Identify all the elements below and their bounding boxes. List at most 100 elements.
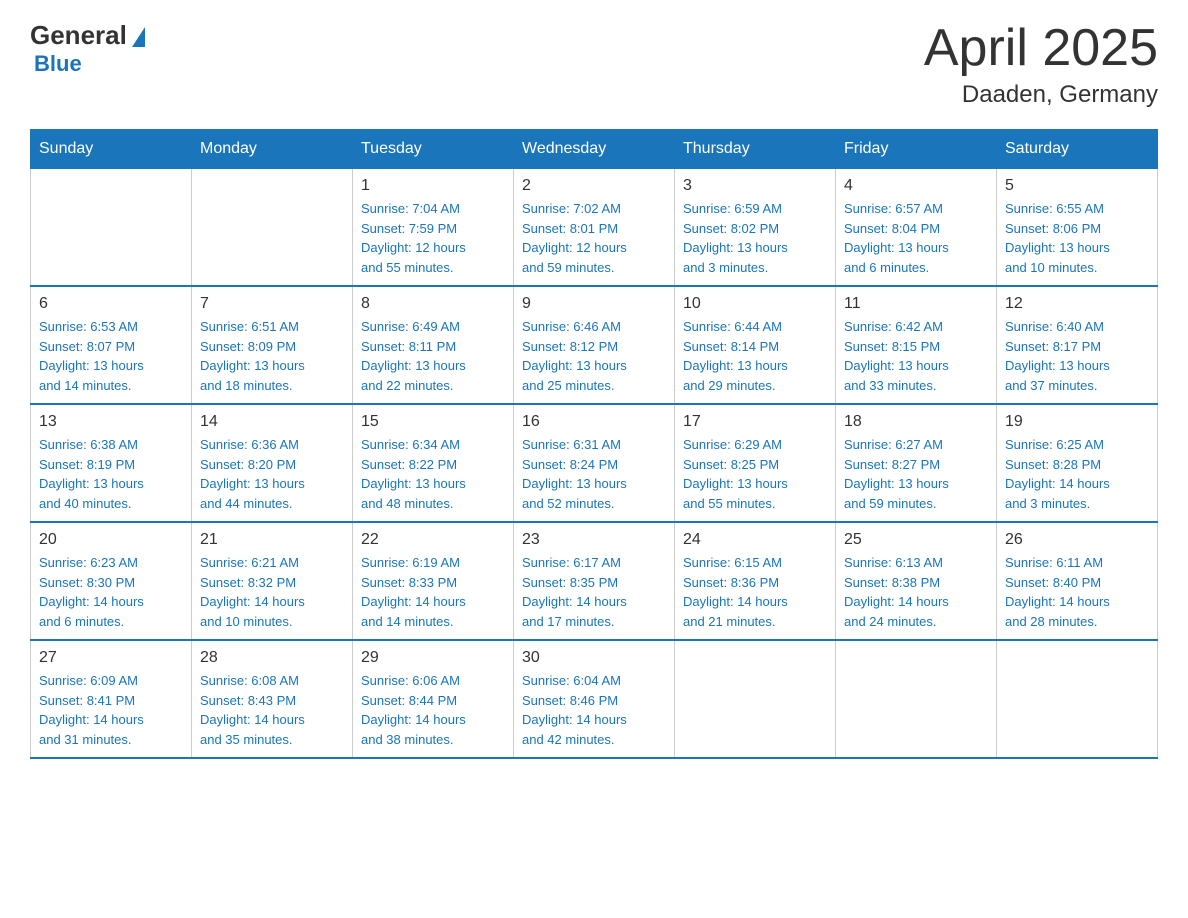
day-number: 14 bbox=[200, 413, 344, 431]
day-number: 7 bbox=[200, 295, 344, 313]
calendar-cell: 7 Sunrise: 6:51 AM Sunset: 8:09 PM Daylig… bbox=[192, 286, 353, 404]
day-number: 8 bbox=[361, 295, 505, 313]
day-number: 11 bbox=[844, 295, 988, 313]
calendar-cell bbox=[836, 640, 997, 758]
day-info: Sunrise: 6:29 AM Sunset: 8:25 PM Dayligh… bbox=[683, 435, 827, 513]
day-number: 18 bbox=[844, 413, 988, 431]
calendar-cell: 29 Sunrise: 6:06 AM Sunset: 8:44 PM Dayli… bbox=[353, 640, 514, 758]
day-number: 27 bbox=[39, 649, 183, 667]
calendar-cell: 30 Sunrise: 6:04 AM Sunset: 8:46 PM Dayli… bbox=[514, 640, 675, 758]
calendar-cell bbox=[675, 640, 836, 758]
day-info: Sunrise: 6:46 AM Sunset: 8:12 PM Dayligh… bbox=[522, 317, 666, 395]
day-number: 12 bbox=[1005, 295, 1149, 313]
day-number: 15 bbox=[361, 413, 505, 431]
day-number: 22 bbox=[361, 531, 505, 549]
calendar-table: SundayMondayTuesdayWednesdayThursdayFrid… bbox=[30, 129, 1158, 759]
day-of-week-header: Tuesday bbox=[353, 130, 514, 169]
calendar-cell: 10 Sunrise: 6:44 AM Sunset: 8:14 PM Dayli… bbox=[675, 286, 836, 404]
day-info: Sunrise: 6:17 AM Sunset: 8:35 PM Dayligh… bbox=[522, 553, 666, 631]
calendar-cell: 4Sunrise: 6:57 AM Sunset: 8:04 PM Daylig… bbox=[836, 169, 997, 287]
calendar-cell: 17Sunrise: 6:29 AM Sunset: 8:25 PM Dayli… bbox=[675, 404, 836, 522]
page-title: April 2025 bbox=[924, 20, 1158, 77]
calendar-cell: 5Sunrise: 6:55 AM Sunset: 8:06 PM Daylig… bbox=[997, 169, 1158, 287]
day-info: Sunrise: 6:15 AM Sunset: 8:36 PM Dayligh… bbox=[683, 553, 827, 631]
calendar-cell: 22 Sunrise: 6:19 AM Sunset: 8:33 PM Dayli… bbox=[353, 522, 514, 640]
day-info: Sunrise: 6:55 AM Sunset: 8:06 PM Dayligh… bbox=[1005, 199, 1149, 277]
calendar-week-row: 27Sunrise: 6:09 AM Sunset: 8:41 PM Dayli… bbox=[31, 640, 1158, 758]
calendar-cell: 27Sunrise: 6:09 AM Sunset: 8:41 PM Dayli… bbox=[31, 640, 192, 758]
day-info: Sunrise: 6:11 AM Sunset: 8:40 PM Dayligh… bbox=[1005, 553, 1149, 631]
calendar-cell: 13Sunrise: 6:38 AM Sunset: 8:19 PM Dayli… bbox=[31, 404, 192, 522]
day-of-week-header: Thursday bbox=[675, 130, 836, 169]
day-info: Sunrise: 6:36 AM Sunset: 8:20 PM Dayligh… bbox=[200, 435, 344, 513]
calendar-cell: 20Sunrise: 6:23 AM Sunset: 8:30 PM Dayli… bbox=[31, 522, 192, 640]
calendar-header-row: SundayMondayTuesdayWednesdayThursdayFrid… bbox=[31, 130, 1158, 169]
calendar-cell: 26Sunrise: 6:11 AM Sunset: 8:40 PM Dayli… bbox=[997, 522, 1158, 640]
calendar-cell: 6Sunrise: 6:53 AM Sunset: 8:07 PM Daylig… bbox=[31, 286, 192, 404]
calendar-cell: 15 Sunrise: 6:34 AM Sunset: 8:22 PM Dayli… bbox=[353, 404, 514, 522]
calendar-cell: 1 Sunrise: 7:04 AM Sunset: 7:59 PM Daylig… bbox=[353, 169, 514, 287]
calendar-cell: 25 Sunrise: 6:13 AM Sunset: 8:38 PM Dayli… bbox=[836, 522, 997, 640]
day-number: 24 bbox=[683, 531, 827, 549]
day-info: Sunrise: 7:04 AM Sunset: 7:59 PM Dayligh… bbox=[361, 199, 505, 277]
day-info: Sunrise: 6:25 AM Sunset: 8:28 PM Dayligh… bbox=[1005, 435, 1149, 513]
calendar-cell: 14 Sunrise: 6:36 AM Sunset: 8:20 PM Dayli… bbox=[192, 404, 353, 522]
day-of-week-header: Saturday bbox=[997, 130, 1158, 169]
calendar-cell: 11 Sunrise: 6:42 AM Sunset: 8:15 PM Dayli… bbox=[836, 286, 997, 404]
calendar-week-row: 20Sunrise: 6:23 AM Sunset: 8:30 PM Dayli… bbox=[31, 522, 1158, 640]
day-number: 2 bbox=[522, 177, 666, 195]
day-number: 4 bbox=[844, 177, 988, 195]
logo-wrapper: General Blue bbox=[30, 20, 145, 77]
day-number: 10 bbox=[683, 295, 827, 313]
calendar-cell: 24 Sunrise: 6:15 AM Sunset: 8:36 PM Dayli… bbox=[675, 522, 836, 640]
day-of-week-header: Friday bbox=[836, 130, 997, 169]
calendar-cell bbox=[31, 169, 192, 287]
day-info: Sunrise: 6:13 AM Sunset: 8:38 PM Dayligh… bbox=[844, 553, 988, 631]
day-info: Sunrise: 6:19 AM Sunset: 8:33 PM Dayligh… bbox=[361, 553, 505, 631]
calendar-cell: 28 Sunrise: 6:08 AM Sunset: 8:43 PM Dayli… bbox=[192, 640, 353, 758]
day-number: 30 bbox=[522, 649, 666, 667]
calendar-cell: 16Sunrise: 6:31 AM Sunset: 8:24 PM Dayli… bbox=[514, 404, 675, 522]
day-number: 13 bbox=[39, 413, 183, 431]
day-info: Sunrise: 6:23 AM Sunset: 8:30 PM Dayligh… bbox=[39, 553, 183, 631]
calendar-cell: 2 Sunrise: 7:02 AM Sunset: 8:01 PM Daylig… bbox=[514, 169, 675, 287]
day-info: Sunrise: 6:44 AM Sunset: 8:14 PM Dayligh… bbox=[683, 317, 827, 395]
day-info: Sunrise: 6:59 AM Sunset: 8:02 PM Dayligh… bbox=[683, 199, 827, 277]
day-info: Sunrise: 6:27 AM Sunset: 8:27 PM Dayligh… bbox=[844, 435, 988, 513]
day-number: 16 bbox=[522, 413, 666, 431]
day-number: 28 bbox=[200, 649, 344, 667]
calendar-cell: 8Sunrise: 6:49 AM Sunset: 8:11 PM Daylig… bbox=[353, 286, 514, 404]
logo-general-text: General bbox=[30, 20, 127, 51]
day-number: 19 bbox=[1005, 413, 1149, 431]
calendar-cell bbox=[192, 169, 353, 287]
day-number: 3 bbox=[683, 177, 827, 195]
calendar-week-row: 6Sunrise: 6:53 AM Sunset: 8:07 PM Daylig… bbox=[31, 286, 1158, 404]
day-of-week-header: Monday bbox=[192, 130, 353, 169]
page-header: General Blue April 2025 Daaden, Germany bbox=[30, 20, 1158, 109]
day-info: Sunrise: 6:34 AM Sunset: 8:22 PM Dayligh… bbox=[361, 435, 505, 513]
day-info: Sunrise: 6:06 AM Sunset: 8:44 PM Dayligh… bbox=[361, 671, 505, 749]
calendar-week-row: 1 Sunrise: 7:04 AM Sunset: 7:59 PM Daylig… bbox=[31, 169, 1158, 287]
day-number: 23 bbox=[522, 531, 666, 549]
page-subtitle: Daaden, Germany bbox=[924, 81, 1158, 109]
calendar-cell: 21 Sunrise: 6:21 AM Sunset: 8:32 PM Dayli… bbox=[192, 522, 353, 640]
day-number: 29 bbox=[361, 649, 505, 667]
day-info: Sunrise: 6:08 AM Sunset: 8:43 PM Dayligh… bbox=[200, 671, 344, 749]
calendar-cell: 3 Sunrise: 6:59 AM Sunset: 8:02 PM Daylig… bbox=[675, 169, 836, 287]
calendar-cell bbox=[997, 640, 1158, 758]
day-info: Sunrise: 6:42 AM Sunset: 8:15 PM Dayligh… bbox=[844, 317, 988, 395]
day-info: Sunrise: 6:40 AM Sunset: 8:17 PM Dayligh… bbox=[1005, 317, 1149, 395]
day-number: 25 bbox=[844, 531, 988, 549]
calendar-cell: 23 Sunrise: 6:17 AM Sunset: 8:35 PM Dayli… bbox=[514, 522, 675, 640]
day-info: Sunrise: 6:21 AM Sunset: 8:32 PM Dayligh… bbox=[200, 553, 344, 631]
logo-blue-text: Blue bbox=[34, 51, 82, 76]
day-info: Sunrise: 6:51 AM Sunset: 8:09 PM Dayligh… bbox=[200, 317, 344, 395]
day-number: 1 bbox=[361, 177, 505, 195]
day-of-week-header: Wednesday bbox=[514, 130, 675, 169]
day-info: Sunrise: 7:02 AM Sunset: 8:01 PM Dayligh… bbox=[522, 199, 666, 277]
day-info: Sunrise: 6:04 AM Sunset: 8:46 PM Dayligh… bbox=[522, 671, 666, 749]
calendar-week-row: 13Sunrise: 6:38 AM Sunset: 8:19 PM Dayli… bbox=[31, 404, 1158, 522]
day-info: Sunrise: 6:53 AM Sunset: 8:07 PM Dayligh… bbox=[39, 317, 183, 395]
day-number: 21 bbox=[200, 531, 344, 549]
calendar-cell: 18 Sunrise: 6:27 AM Sunset: 8:27 PM Dayli… bbox=[836, 404, 997, 522]
